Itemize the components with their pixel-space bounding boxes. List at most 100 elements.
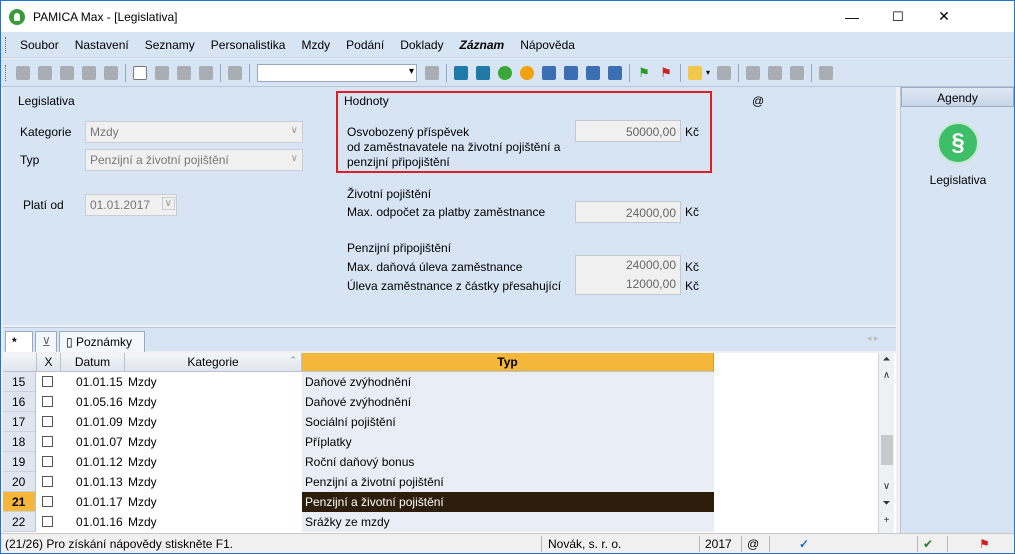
delete-icon[interactable] [196,63,216,83]
print-setup-icon[interactable] [101,63,121,83]
status-separator [769,536,770,552]
row-checkbox[interactable] [42,376,53,387]
row-checkbox[interactable] [42,476,53,487]
print-preview-icon[interactable] [79,63,99,83]
mail-m3-icon[interactable] [605,63,625,83]
table-row[interactable]: 19 01.01.12 Mzdy Roční daňový bonus [3,452,878,472]
copy-record-icon[interactable] [35,63,55,83]
row-checkbox[interactable] [42,416,53,427]
flag-green-icon[interactable]: ⚑ [634,63,654,83]
close-button[interactable]: ✕ [921,1,967,32]
col-kategorie[interactable]: Kategorie ⌃ [125,353,302,372]
menu-mzdy[interactable]: Mzdy [293,38,338,52]
row-checkbox[interactable] [42,516,53,527]
folder-dropdown-icon[interactable]: ▾ [706,68,710,77]
table-row[interactable]: 16 01.05.16 Mzdy Daňové zvýhodnění [3,392,878,412]
window-detail-icon[interactable] [787,63,807,83]
table-row[interactable]: 17 01.01.09 Mzdy Sociální pojištění [3,412,878,432]
menu-personalistika[interactable]: Personalistika [203,38,294,52]
maximize-button[interactable]: ☐ [875,1,921,32]
menu-doklady[interactable]: Doklady [392,38,451,52]
section-title: Legislativa [18,94,75,108]
row-checkbox[interactable] [42,456,53,467]
cell-kategorie: Mzdy [128,515,157,529]
edit-check-icon[interactable]: ✓ [799,537,809,551]
row-number[interactable]: 19 [3,452,36,472]
col-typ[interactable]: Typ [302,353,714,372]
col-datum[interactable]: Datum [61,353,125,372]
row-number[interactable]: 20 [3,472,36,492]
minimize-button[interactable]: — [829,1,875,32]
table-row[interactable]: 20 01.01.13 Mzdy Penzijní a životní pojiště… [3,472,878,492]
table-row[interactable]: 15 01.01.15 Mzdy Daňové zvýhodnění [3,372,878,392]
duplicate-icon[interactable] [225,63,245,83]
grid-scrollbar[interactable]: ⏶ ∧ ∨ ⏷ + [878,353,894,533]
add-row-icon[interactable]: + [879,515,894,531]
toolbar-separator [125,63,126,82]
flag-red-icon[interactable]: ⚑ [656,63,676,83]
ok-circle-icon[interactable]: ✔ [923,537,933,551]
person-tree-icon[interactable] [473,63,493,83]
scroll-thumb[interactable] [881,435,893,465]
save-all-icon[interactable] [174,63,194,83]
scroll-down-icon[interactable]: ∨ [879,481,894,497]
table-row[interactable]: 18 01.01.07 Mzdy Příplatky [3,432,878,452]
tab-notes[interactable]: ▯ Poznámky [59,331,145,352]
calculator-icon[interactable] [714,63,734,83]
mail-m-icon[interactable] [561,63,581,83]
table-row[interactable]: 21 01.01.17 Mzdy Penzijní a životní pojiště… [3,492,878,512]
folder-icon[interactable] [685,63,705,83]
print-icon[interactable] [57,63,77,83]
zivotni-label: Max. odpočet za platby zaměstnance [347,205,546,219]
mail-m2-icon[interactable] [583,63,603,83]
scroll-up-icon[interactable]: ∧ [879,370,894,386]
tab-filter[interactable]: ⊻ [35,331,57,352]
zivotni-value[interactable]: 24000,00 [575,201,681,223]
col-x[interactable]: X [37,353,61,372]
scroll-bottom-icon[interactable]: ⏷ [879,498,894,514]
help-icon[interactable] [816,63,836,83]
at-sign: @ [752,94,765,108]
cell-datum: 01.01.12 [76,455,123,469]
row-number[interactable]: 18 [3,432,36,452]
penzijni-values[interactable]: 24000,00 12000,00 [575,255,681,295]
row-number[interactable]: 16 [3,392,36,412]
tab-list[interactable]: * [5,331,33,352]
legislativa-agenda-label[interactable]: Legislativa [901,173,1015,187]
plati-od-select[interactable]: 01.01.2017 ∨ [85,194,177,216]
filter-icon[interactable] [422,63,442,83]
person-green-icon[interactable] [495,63,515,83]
legislativa-icon[interactable]: § [937,122,979,164]
typ-select[interactable]: Penzijní a životní pojištění ∨ [85,149,303,171]
new-record-icon[interactable] [130,63,150,83]
row-checkbox[interactable] [42,436,53,447]
flag-red-icon[interactable]: ⚑ [979,537,990,551]
menu-napoveda[interactable]: Nápověda [512,38,583,52]
menu-seznamy[interactable]: Seznamy [137,38,203,52]
window-list-icon[interactable] [765,63,785,83]
person-orange-icon[interactable] [517,63,537,83]
scroll-top-icon[interactable]: ⏶ [879,354,894,370]
mail-icon[interactable] [539,63,559,83]
row-number[interactable]: 15 [3,372,36,392]
module-m-icon[interactable] [451,63,471,83]
cell-typ: Sociální pojištění [302,412,714,432]
menu-soubor[interactable]: Soubor [12,38,67,52]
row-checkbox[interactable] [42,396,53,407]
menu-zaznam[interactable]: Záznam [452,38,513,52]
kategorie-select[interactable]: Mzdy ∨ [85,121,303,143]
pamica-logo-icon [9,8,25,25]
row-number[interactable]: 17 [3,412,36,432]
table-row[interactable]: 22 01.01.16 Mzdy Srážky ze mzdy [3,512,878,532]
row-checkbox[interactable] [42,496,53,507]
menu-nastaveni[interactable]: Nastavení [67,38,137,52]
row-number[interactable]: 21 [3,492,36,512]
open-record-icon[interactable] [13,63,33,83]
window-layout-icon[interactable] [743,63,763,83]
tab-scroll-arrows[interactable]: ◂ ▸ [867,333,879,344]
menu-podani[interactable]: Podání [338,38,392,52]
save-icon[interactable] [152,63,172,83]
row-number[interactable]: 22 [3,512,36,532]
agendy-header: Agendy [901,87,1014,107]
quick-search-combo[interactable] [257,63,417,82]
